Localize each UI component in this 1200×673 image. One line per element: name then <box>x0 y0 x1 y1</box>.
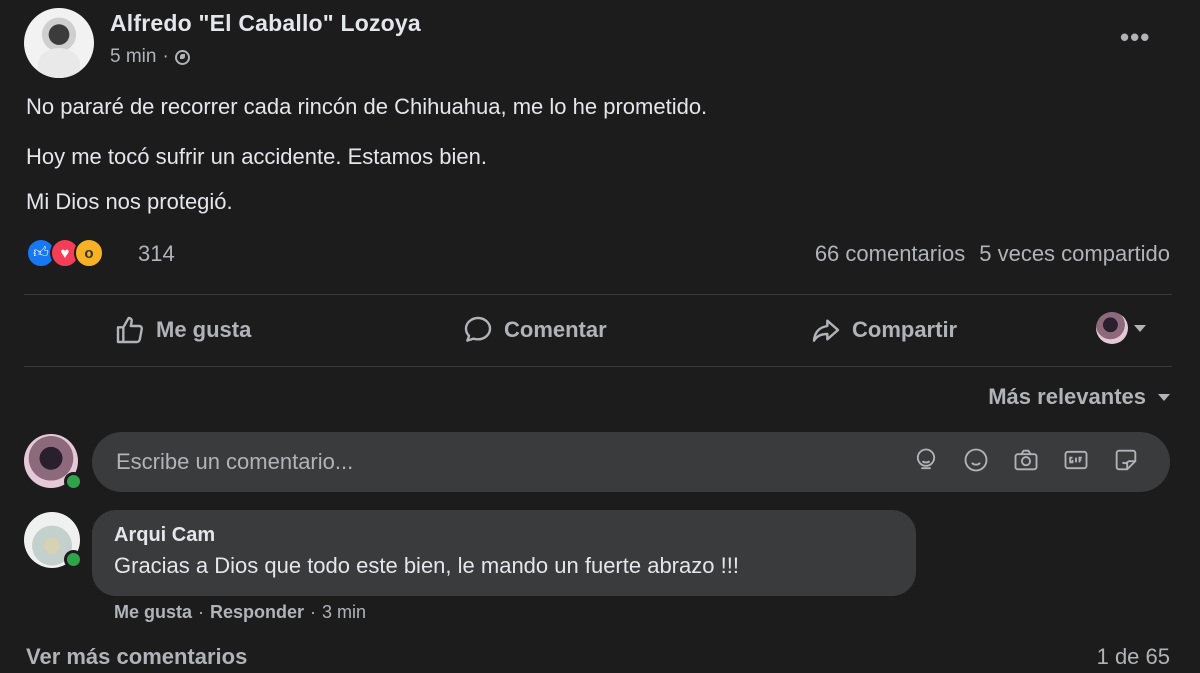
divider-bottom <box>24 366 1172 367</box>
comment-icon <box>464 316 492 342</box>
thumbs-up-icon <box>116 316 143 344</box>
post-text-line-1: No pararé de recorrer cada rincón de Chi… <box>26 94 708 119</box>
author-name[interactable]: Alfredo "El Caballo" Lozoya <box>110 10 421 37</box>
comment-button-label: Comentar <box>504 317 607 342</box>
globe-icon <box>174 49 190 65</box>
post-text-line-2: Hoy me tocó sufrir un accidente. Estamos… <box>26 144 487 169</box>
post-meta: 5 min · <box>110 46 190 68</box>
comment-input[interactable] <box>114 448 898 476</box>
separator: · <box>310 602 317 622</box>
chevron-down-icon <box>1158 393 1170 401</box>
chevron-down-icon <box>1134 324 1146 332</box>
comment-bubble: Arqui Cam Gracias a Dios que todo este b… <box>92 510 916 596</box>
post-time[interactable]: 5 min <box>110 46 156 68</box>
user-avatar-small <box>1096 312 1128 344</box>
shares-count[interactable]: 5 veces compartido <box>979 241 1170 267</box>
comment-button[interactable]: Comentar <box>462 312 607 348</box>
reaction-icons[interactable]: 👍︎ ♥ o <box>26 238 104 268</box>
reaction-count[interactable]: 314 <box>138 241 175 267</box>
camera-icon[interactable] <box>1012 446 1040 474</box>
like-button[interactable]: Me gusta <box>114 312 251 348</box>
comment-composer[interactable] <box>92 432 1170 492</box>
emoji-icon[interactable] <box>962 446 990 474</box>
share-icon <box>812 319 840 342</box>
comment-page-count: 1 de 65 <box>1096 644 1170 669</box>
comments-count[interactable]: 66 comentarios <box>815 241 965 267</box>
avatar-sticker-icon[interactable] <box>912 446 940 474</box>
like-button-label: Me gusta <box>156 317 252 342</box>
online-status-indicator <box>64 550 83 569</box>
commenter-name[interactable]: Arqui Cam <box>114 524 894 547</box>
gif-icon[interactable] <box>1062 446 1090 474</box>
author-avatar[interactable] <box>24 8 94 78</box>
comment-sort-dropdown[interactable]: Más relevantes <box>988 384 1170 410</box>
view-more-comments-link[interactable]: Ver más comentarios <box>26 644 247 670</box>
comment-like-link[interactable]: Me gusta <box>114 602 192 623</box>
separator: · <box>198 602 205 622</box>
comment-actions: Me gusta · Responder · 3 min <box>114 602 366 623</box>
wow-reaction-icon: o <box>74 238 104 268</box>
composer-tools <box>912 446 1140 474</box>
post-stats: 66 comentarios 5 veces compartido <box>815 241 1170 267</box>
post-text-line-3: Mi Dios nos protegió. <box>26 189 233 214</box>
comment-text: Gracias a Dios que todo este bien, le ma… <box>114 553 739 578</box>
share-button[interactable]: Compartir <box>810 312 957 348</box>
sticker-icon[interactable] <box>1112 446 1140 474</box>
sort-label: Más relevantes <box>988 384 1146 409</box>
meta-separator: · <box>162 46 169 67</box>
comment-time[interactable]: 3 min <box>322 602 366 623</box>
divider-top <box>24 294 1172 295</box>
comment-reply-link[interactable]: Responder <box>210 602 304 623</box>
online-status-indicator <box>64 472 83 491</box>
audience-selector[interactable] <box>1096 312 1146 344</box>
more-options-icon[interactable]: ••• <box>1120 22 1150 53</box>
share-button-label: Compartir <box>852 317 958 342</box>
